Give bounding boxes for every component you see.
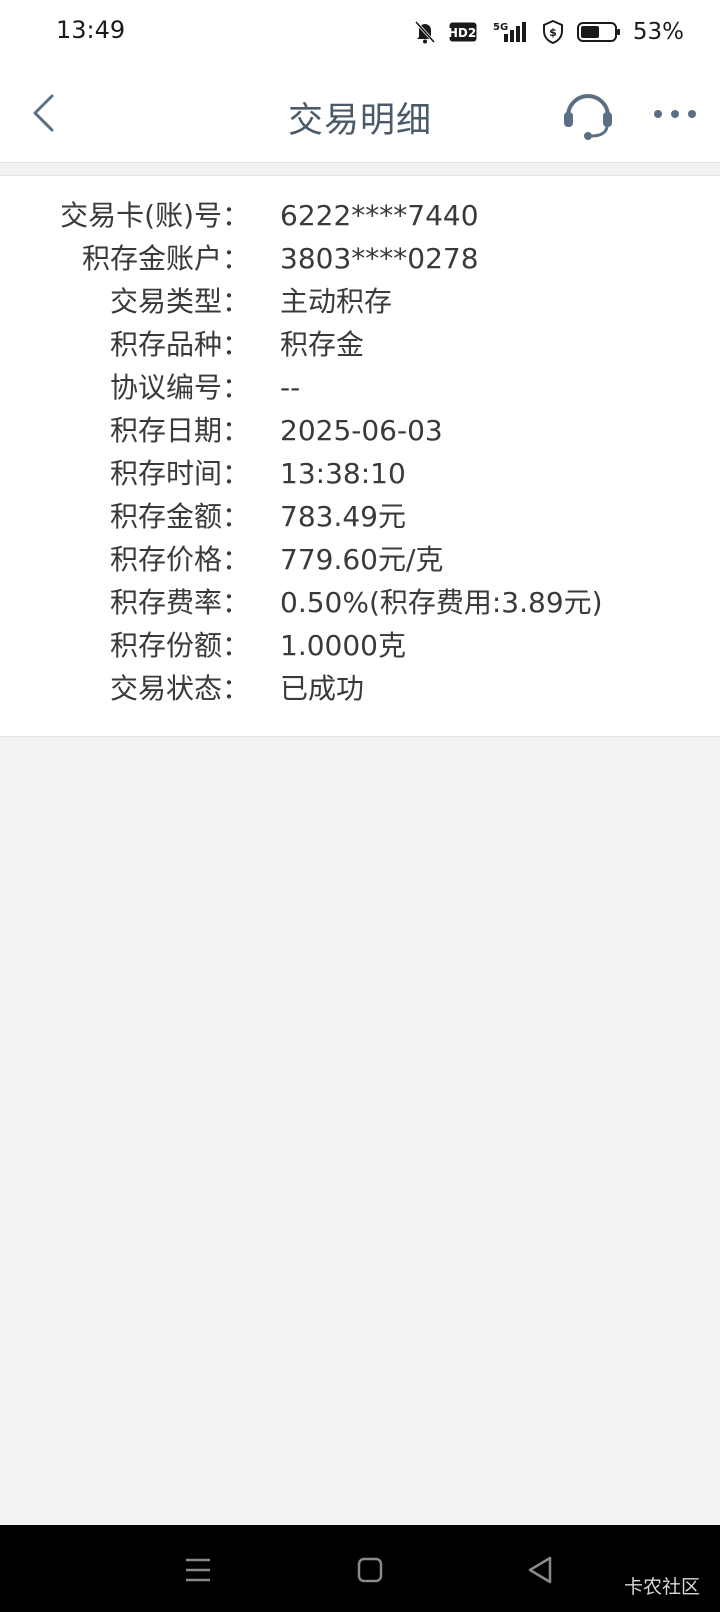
home-button[interactable] xyxy=(350,1550,390,1590)
detail-value: -- xyxy=(280,371,301,404)
customer-service-button[interactable] xyxy=(560,86,616,142)
detail-row-product: 积存品种： 积存金 xyxy=(0,325,720,365)
detail-label: 积存品种： xyxy=(109,328,250,361)
detail-label: 协议编号： xyxy=(109,371,250,404)
detail-label: 交易类型： xyxy=(109,285,250,318)
detail-value: 779.60元/克 xyxy=(280,543,444,576)
detail-label: 积存金账户： xyxy=(81,242,250,275)
detail-label: 积存份额： xyxy=(109,629,250,662)
svg-text:$: $ xyxy=(549,26,557,39)
detail-value: 2025-06-03 xyxy=(280,414,443,447)
menu-button[interactable] xyxy=(178,1550,218,1590)
status-bar: 13:49 HD2 5G $ 53% xyxy=(0,0,720,66)
detail-label: 积存费率： xyxy=(109,586,250,619)
detail-value: 1.0000克 xyxy=(280,629,406,662)
status-icons: HD2 5G $ 53% xyxy=(413,18,684,46)
detail-value: 783.49元 xyxy=(280,500,406,533)
detail-row-amount: 积存金额： 783.49元 xyxy=(0,497,720,537)
system-navigation-bar xyxy=(0,1525,720,1612)
menu-icon xyxy=(186,1558,210,1582)
more-dots-icon xyxy=(654,110,696,118)
detail-row-price: 积存价格： 779.60元/克 xyxy=(0,540,720,580)
detail-row-status: 交易状态： 已成功 xyxy=(0,669,720,709)
transaction-detail-card: 交易卡(账)号： 6222****7440 积存金账户： 3803****027… xyxy=(0,175,720,737)
detail-row-card-number: 交易卡(账)号： 6222****7440 xyxy=(0,196,720,236)
detail-value: 积存金 xyxy=(280,328,365,361)
system-back-button[interactable] xyxy=(520,1550,560,1590)
detail-row-fee-rate: 积存费率： 0.50%(积存费用:3.89元) xyxy=(0,583,720,623)
hd-label: HD2 xyxy=(449,26,476,40)
detail-row-transaction-type: 交易类型： 主动积存 xyxy=(0,282,720,322)
headset-icon xyxy=(564,94,612,140)
detail-value: 主动积存 xyxy=(280,285,393,318)
detail-row-shares: 积存份额： 1.0000克 xyxy=(0,626,720,666)
status-time: 13:49 xyxy=(56,16,126,44)
detail-value: 已成功 xyxy=(280,672,365,705)
mute-bell-icon xyxy=(413,19,437,45)
network-label: 5G xyxy=(493,22,508,33)
detail-label: 积存时间： xyxy=(109,457,250,490)
detail-row-time: 积存时间： 13:38:10 xyxy=(0,454,720,494)
battery-percent: 53% xyxy=(632,19,684,45)
5g-signal-icon: 5G xyxy=(489,20,529,44)
detail-label: 交易卡(账)号： xyxy=(60,199,250,232)
detail-value: 6222****7440 xyxy=(280,199,479,232)
detail-label: 积存日期： xyxy=(109,414,250,447)
detail-label: 交易状态： xyxy=(109,672,250,705)
more-button[interactable] xyxy=(650,96,700,132)
detail-value: 13:38:10 xyxy=(280,457,406,490)
detail-value: 3803****0278 xyxy=(280,242,479,275)
battery-icon xyxy=(576,21,621,43)
detail-row-gold-account: 积存金账户： 3803****0278 xyxy=(0,239,720,279)
detail-label: 积存价格： xyxy=(109,543,250,576)
nav-bar: 交易明细 xyxy=(0,66,720,163)
home-square-icon xyxy=(357,1557,383,1583)
shield-icon: $ xyxy=(541,19,565,45)
detail-row-agreement-number: 协议编号： -- xyxy=(0,368,720,408)
detail-value: 0.50%(积存费用:3.89元) xyxy=(280,586,603,619)
hd-icon: HD2 xyxy=(449,22,477,42)
watermark-text: 卡农社区 xyxy=(623,1576,700,1598)
detail-label: 积存金额： xyxy=(109,500,250,533)
back-triangle-icon xyxy=(528,1556,552,1584)
detail-row-date: 积存日期： 2025-06-03 xyxy=(0,411,720,451)
